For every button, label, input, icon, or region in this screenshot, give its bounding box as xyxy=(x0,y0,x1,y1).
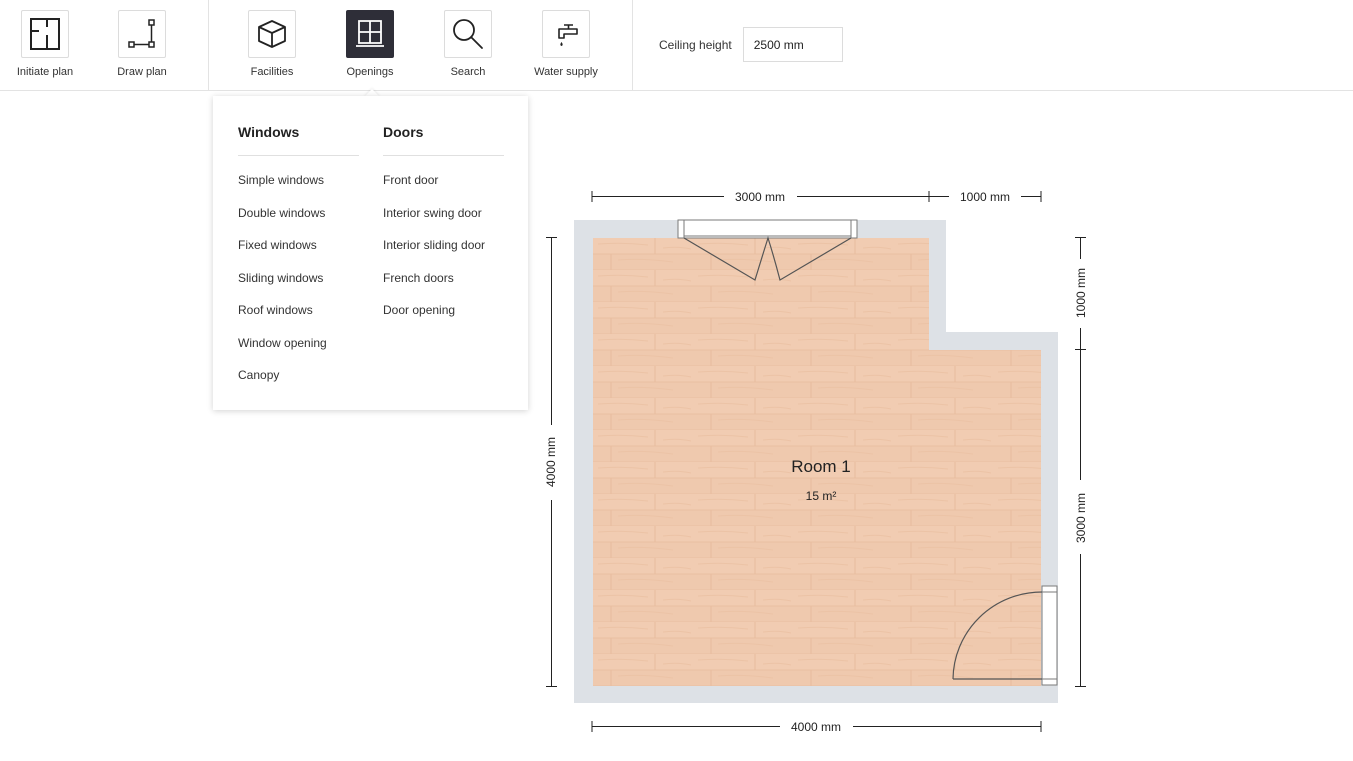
room-name[interactable]: Room 1 xyxy=(791,457,851,476)
menu-item-interior-swing-door[interactable]: Interior swing door xyxy=(383,206,504,220)
tool-facilities[interactable]: Facilities xyxy=(223,10,321,82)
top-toolbar: Initiate plan Draw plan Facilities Openi… xyxy=(0,0,1353,91)
tool-initiate-plan[interactable]: Initiate plan xyxy=(0,10,94,82)
tool-facilities-box[interactable] xyxy=(248,10,296,58)
dimension-bottom-label: 4000 mm xyxy=(791,720,841,734)
tool-openings-label: Openings xyxy=(346,66,394,78)
dimension-right-top-label: 1000 mm xyxy=(1074,268,1088,318)
windows-column: Windows Simple windows Double windows Fi… xyxy=(238,124,359,401)
tool-openings[interactable]: Openings xyxy=(321,10,419,82)
ceiling-height-input[interactable] xyxy=(742,27,843,62)
tool-search[interactable]: Search xyxy=(419,10,517,82)
menu-item-door-opening[interactable]: Door opening xyxy=(383,303,504,317)
tool-draw-plan[interactable]: Draw plan xyxy=(93,10,191,82)
menu-item-interior-sliding-door[interactable]: Interior sliding door xyxy=(383,238,504,252)
tool-water-supply-label: Water supply xyxy=(534,66,598,78)
dimension-top-left-label: 3000 mm xyxy=(735,190,785,204)
ceiling-height-control: Ceiling height xyxy=(659,27,843,62)
menu-item-simple-windows[interactable]: Simple windows xyxy=(238,173,359,187)
menu-item-window-opening[interactable]: Window opening xyxy=(238,336,359,350)
tool-search-box[interactable] xyxy=(444,10,492,58)
windows-heading: Windows xyxy=(238,124,300,140)
divider xyxy=(238,155,359,156)
tool-search-label: Search xyxy=(450,66,486,78)
tool-draw-plan-label: Draw plan xyxy=(117,66,167,78)
faucet-icon xyxy=(558,24,578,46)
search-icon xyxy=(453,19,483,49)
tool-water-supply-box[interactable] xyxy=(542,10,590,58)
openings-dropdown: Windows Simple windows Double windows Fi… xyxy=(213,96,528,410)
dimension-top-right-label: 1000 mm xyxy=(960,190,1010,204)
divider xyxy=(383,155,504,156)
menu-item-front-door[interactable]: Front door xyxy=(383,173,504,187)
draw-plan-icon xyxy=(128,19,155,48)
tool-facilities-label: Facilities xyxy=(250,66,294,78)
window-icon xyxy=(356,20,384,47)
menu-item-roof-windows[interactable]: Roof windows xyxy=(238,303,359,317)
tool-openings-box[interactable] xyxy=(346,10,394,58)
menu-item-sliding-windows[interactable]: Sliding windows xyxy=(238,271,359,285)
floor-plan-canvas: Room 1 15 m² 3000 mm 1000 mm 4000 mm 400… xyxy=(544,190,1088,734)
menu-item-canopy[interactable]: Canopy xyxy=(238,368,359,382)
menu-item-double-windows[interactable]: Double windows xyxy=(238,206,359,220)
menu-item-french-doors[interactable]: French doors xyxy=(383,271,504,285)
doors-column: Doors Front door Interior swing door Int… xyxy=(383,124,504,336)
dimension-left-label: 4000 mm xyxy=(544,437,558,487)
cube-icon xyxy=(258,20,286,48)
dimension-right-bottom-label: 3000 mm xyxy=(1074,493,1088,543)
toolbar-separator xyxy=(208,0,209,90)
doors-heading: Doors xyxy=(383,124,424,140)
toolbar-separator xyxy=(632,0,633,90)
tool-water-supply[interactable]: Water supply xyxy=(517,10,615,82)
tool-initiate-plan-box[interactable] xyxy=(21,10,69,58)
room-area: 15 m² xyxy=(806,489,837,503)
tool-initiate-plan-label: Initiate plan xyxy=(16,66,74,78)
tool-draw-plan-box[interactable] xyxy=(118,10,166,58)
initiate-plan-icon xyxy=(30,18,60,50)
menu-item-fixed-windows[interactable]: Fixed windows xyxy=(238,238,359,252)
ceiling-height-label: Ceiling height xyxy=(659,37,732,52)
